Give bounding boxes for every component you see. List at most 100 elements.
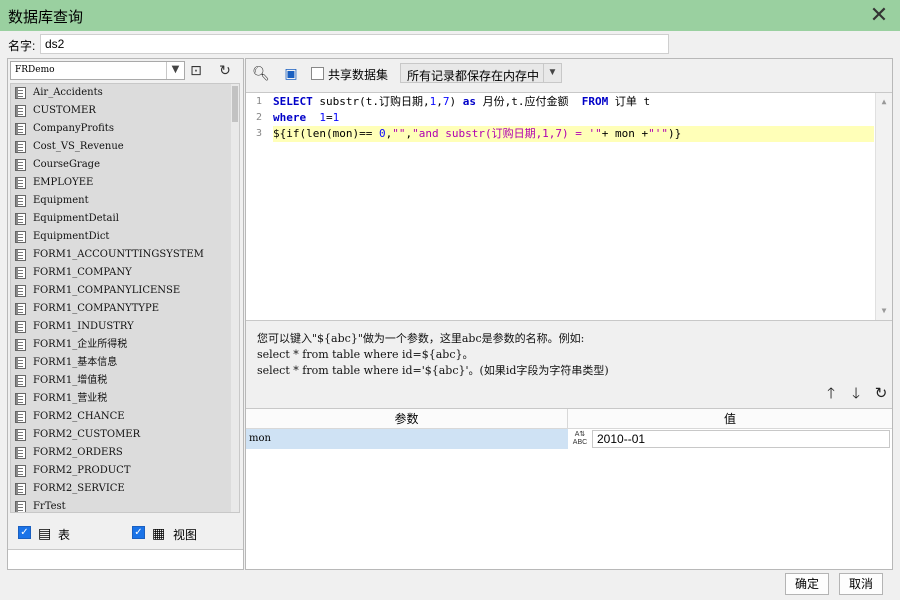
close-icon[interactable]: ✕ [866,2,892,28]
list-item-label: FORM1_企业所得税 [33,339,128,350]
list-item[interactable]: Equipment [11,192,233,210]
filter-row: ✓ ▤ 表 ✓ ▦ 视图 [8,521,243,545]
table-row[interactable]: mon A⇅ ABC 2010--01 [246,429,892,449]
list-item[interactable]: Air_Accidents [11,84,233,102]
list-item-label: EquipmentDetail [33,213,119,224]
refresh-icon[interactable]: ↻ [214,61,236,80]
scroll-down-icon[interactable]: ▼ [876,304,892,318]
table-icon [15,393,26,405]
list-item[interactable]: EquipmentDict [11,228,233,246]
list-item-label: FORM2_CHANCE [33,411,125,422]
move-up-icon[interactable]: 🡑 [821,384,841,404]
edit-connection-icon[interactable]: ⊡ [185,61,207,80]
scroll-up-icon[interactable]: ▲ [876,95,892,109]
cancel-button[interactable]: 取消 [839,573,883,595]
list-item[interactable]: EquipmentDetail [11,210,233,228]
show-tables-checkbox[interactable]: ✓ [18,526,31,539]
table-icon [15,303,26,315]
list-item[interactable]: CompanyProfits [11,120,233,138]
list-item[interactable]: FORM2_CHANCE [11,408,233,426]
table-icon [15,339,26,351]
left-search-field[interactable] [8,549,243,569]
table-icon [15,429,26,441]
param-value-input[interactable]: 2010--01 [592,430,890,448]
table-icon [15,87,26,99]
list-item-label: FORM1_营业税 [33,393,108,404]
chevron-down-icon[interactable]: ▼ [166,62,184,79]
preview-icon[interactable]: 🔍︎ [251,64,271,83]
connection-select[interactable]: FRDemo ▼ [10,61,185,80]
list-item[interactable]: FORM1_基本信息 [11,354,233,372]
list-item[interactable]: FORM1_营业税 [11,390,233,408]
sql-token: SELECT [273,95,313,108]
list-item-label: FORM2_CUSTOMER [33,429,141,440]
table-list-scrollbar[interactable] [231,84,239,512]
view-icon: ▦ [152,525,166,541]
list-item[interactable]: Cost_VS_Revenue [11,138,233,156]
parameter-hint: 您可以键入"${abc}"做为一个参数，这里abc是参数的名称。例如: sele… [257,331,609,379]
share-dataset-checkbox[interactable] [311,67,324,80]
list-item[interactable]: FrTest [11,498,233,512]
table-icon [15,483,26,495]
sql-line-3: ${if(len(mon)== 0,"","and substr(订购日期,1,… [273,126,874,142]
move-down-icon[interactable]: 🡓 [846,384,866,404]
table-icon [15,231,26,243]
list-item[interactable]: FORM2_CUSTOMER [11,426,233,444]
editor-scrollbar[interactable]: ▲ ▼ [875,93,892,320]
table-icon [15,465,26,477]
line-number-gutter: 1 2 3 [246,93,268,320]
chevron-down-icon[interactable]: ▼ [543,64,561,82]
list-item[interactable]: FORM1_COMPANY [11,264,233,282]
refresh-params-icon[interactable]: ↻ [871,384,891,404]
sql-token: 1 [429,95,437,108]
list-item[interactable]: FORM1_COMPANYLICENSE [11,282,233,300]
save-icon[interactable]: ▣ [281,64,301,83]
list-item-label: CourseGrage [33,159,100,170]
show-tables-label: 表 [58,528,71,542]
list-item[interactable]: FORM1_ACCOUNTTINGSYSTEM [11,246,233,264]
list-item-label: FORM1_INDUSTRY [33,321,134,332]
list-item[interactable]: FORM2_SERVICE [11,480,233,498]
name-input[interactable]: ds2 [40,34,669,54]
table-icon [15,321,26,333]
share-dataset-label: 共享数据集 [328,68,389,82]
table-icon [15,447,26,459]
text-type-icon[interactable]: A⇅ ABC [569,429,591,449]
column-header-name[interactable]: 参数 [246,409,568,429]
table-list: Air_Accidents CUSTOMER CompanyProfits Cost_… [10,83,240,513]
sql-token: where [273,111,307,124]
list-item[interactable]: CourseGrage [11,156,233,174]
title-bar: 数据库查询 ✕ [0,0,900,31]
show-views-checkbox[interactable]: ✓ [132,526,145,539]
list-item[interactable]: FORM2_PRODUCT [11,462,233,480]
list-item-label: FrTest [33,501,66,512]
list-item-label: Cost_VS_Revenue [33,141,124,152]
list-item[interactable]: FORM1_INDUSTRY [11,318,233,336]
name-label: 名字: [8,39,36,53]
param-name[interactable]: mon [246,429,568,449]
sql-token: 1 [319,111,326,124]
list-item[interactable]: FORM1_增值税 [11,372,233,390]
list-item[interactable]: FORM1_企业所得税 [11,336,233,354]
line-number: 3 [255,128,262,139]
table-icon [15,213,26,225]
column-header-value[interactable]: 值 [568,409,892,429]
sql-editor[interactable]: 1 2 3 SELECT substr(t.订购日期,1,7) as 月份,t.… [246,92,892,321]
hint-line: select * from table where id=${abc}。 [257,348,474,361]
sql-code[interactable]: SELECT substr(t.订购日期,1,7) as 月份,t.应付金额 F… [273,94,874,142]
table-list-items: Air_Accidents CUSTOMER CompanyProfits Cost_… [11,84,233,512]
list-item[interactable]: EMPLOYEE [11,174,233,192]
list-item[interactable]: FORM1_COMPANYTYPE [11,300,233,318]
storage-mode-select[interactable]: 所有记录都保存在内存中 ▼ [400,63,562,83]
list-item-label: FORM1_COMPANY [33,267,132,278]
table-icon [15,501,26,512]
list-item-label: CUSTOMER [33,105,96,116]
list-item[interactable]: FORM2_ORDERS [11,444,233,462]
parameter-table-header: 参数 值 [246,409,892,429]
table-icon: ▤ [38,525,52,541]
ok-button[interactable]: 确定 [785,573,829,595]
line-number: 1 [255,96,262,107]
sql-token: as [462,95,476,108]
list-item[interactable]: CUSTOMER [11,102,233,120]
scrollbar-thumb[interactable] [232,86,238,122]
